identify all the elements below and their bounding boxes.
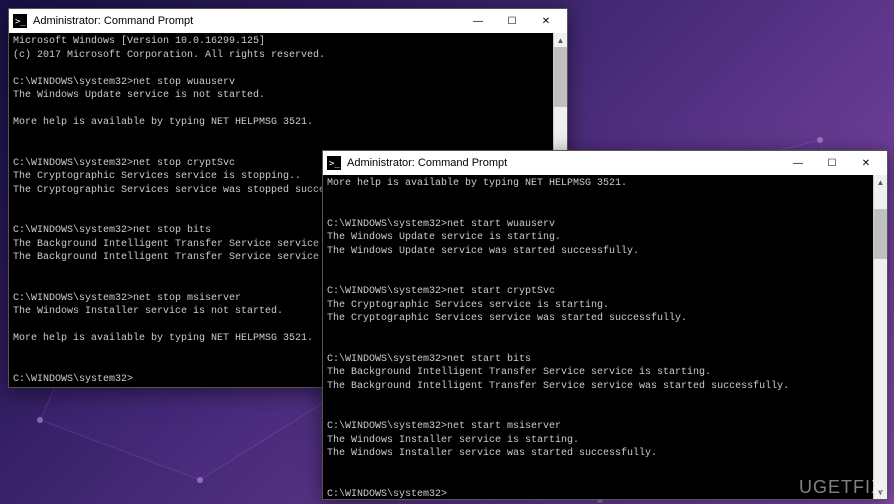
titlebar[interactable]: >_ Administrator: Command Prompt — ☐ ✕ bbox=[323, 151, 887, 175]
window-controls: — ☐ ✕ bbox=[781, 152, 883, 174]
scroll-up-icon[interactable]: ▲ bbox=[554, 33, 567, 47]
scrollbar-thumb[interactable] bbox=[554, 47, 567, 107]
window-controls: — ☐ ✕ bbox=[461, 10, 563, 32]
maximize-button[interactable]: ☐ bbox=[495, 10, 529, 32]
close-button[interactable]: ✕ bbox=[529, 10, 563, 32]
scroll-up-icon[interactable]: ▲ bbox=[874, 175, 887, 189]
window-title: Administrator: Command Prompt bbox=[347, 157, 781, 169]
svg-text:>_: >_ bbox=[329, 159, 340, 169]
scrollbar-thumb[interactable] bbox=[874, 209, 887, 259]
cmd-icon: >_ bbox=[327, 156, 341, 170]
watermark: UGETFIX bbox=[799, 477, 884, 498]
terminal-output[interactable]: More help is available by typing NET HEL… bbox=[323, 175, 873, 499]
cmd-window-start: >_ Administrator: Command Prompt — ☐ ✕ M… bbox=[322, 150, 888, 500]
window-title: Administrator: Command Prompt bbox=[33, 15, 461, 27]
titlebar[interactable]: >_ Administrator: Command Prompt — ☐ ✕ bbox=[9, 9, 567, 33]
close-button[interactable]: ✕ bbox=[849, 152, 883, 174]
minimize-button[interactable]: — bbox=[781, 152, 815, 174]
maximize-button[interactable]: ☐ bbox=[815, 152, 849, 174]
svg-text:>_: >_ bbox=[15, 17, 26, 27]
scrollbar[interactable]: ▲ ▼ bbox=[873, 175, 887, 499]
minimize-button[interactable]: — bbox=[461, 10, 495, 32]
cmd-icon: >_ bbox=[13, 14, 27, 28]
